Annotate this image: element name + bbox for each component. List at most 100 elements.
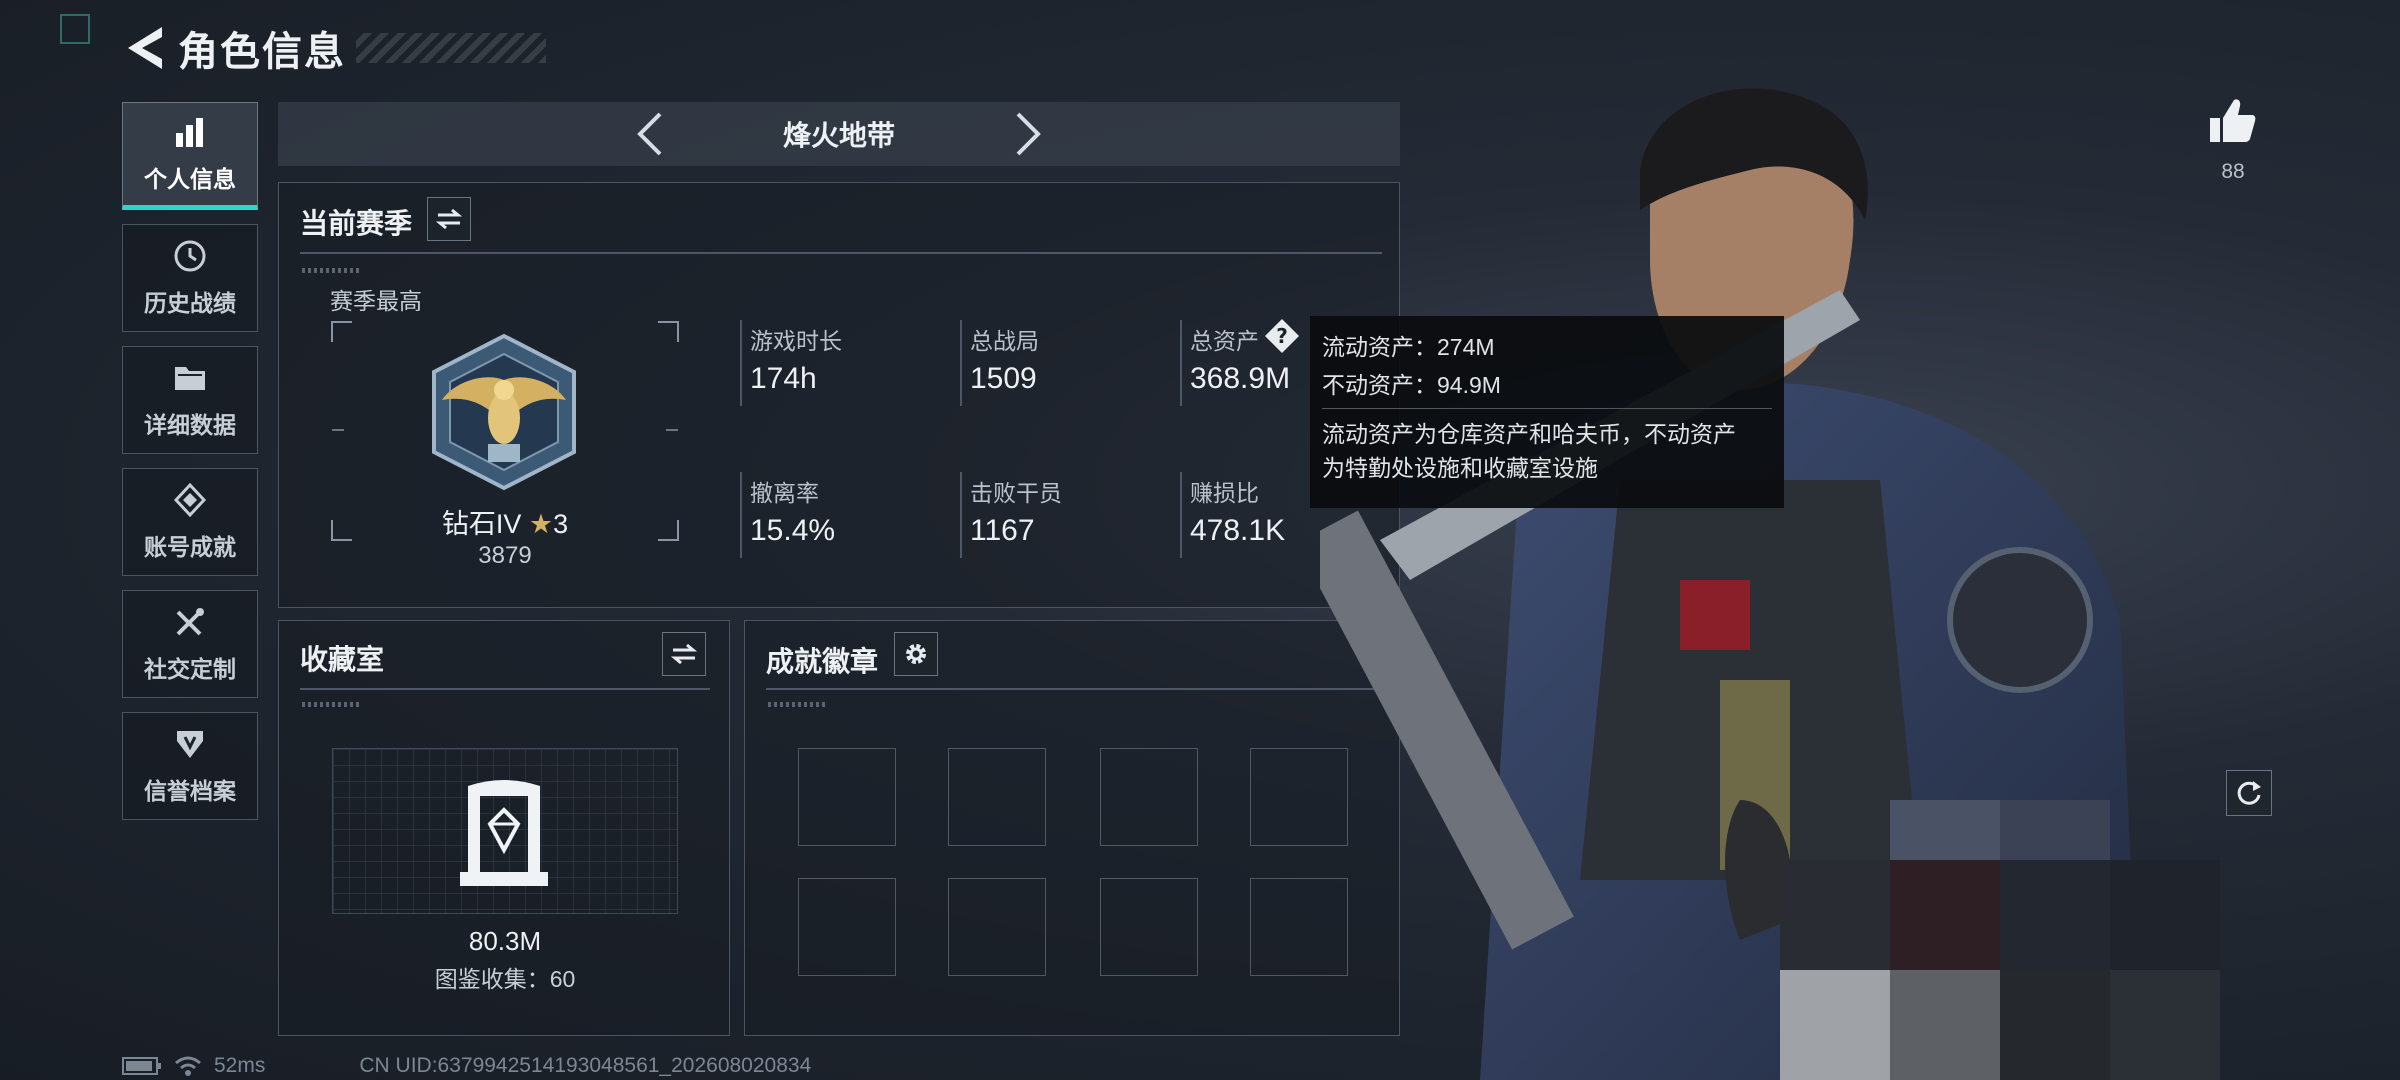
collection-title: 收藏室 (300, 644, 385, 675)
uid-text: CN UID:6379942514193048561_202608020834 (359, 1054, 812, 1077)
collection-count: 图鉴收集：60 (434, 966, 576, 992)
stat-value-total-matches: 1509 (970, 362, 1037, 395)
rank-stars: 3 (553, 509, 569, 539)
sidebar-item-label: 历史战绩 (144, 290, 236, 316)
badge-slot[interactable] (1100, 748, 1198, 846)
sidebar-nav: 个人信息 历史战绩 详细数据 账号成就 社交定制 信誉档案 (122, 102, 258, 834)
thumbs-up-icon (2210, 99, 2256, 142)
achievement-icon (172, 482, 208, 518)
sidebar-item-details[interactable]: 详细数据 (122, 346, 258, 454)
help-icon: ? (1265, 319, 1299, 353)
stat-value-total-assets: 368.9M (1190, 362, 1291, 395)
rank-name: 钻石IV (441, 509, 522, 539)
sidebar-item-reputation[interactable]: 信誉档案 (122, 712, 258, 820)
rank-score: 3879 (478, 542, 532, 569)
sidebar-item-label: 账号成就 (144, 534, 236, 560)
stat-label-kills: 击败干员 (970, 480, 1062, 506)
collection-switch-button[interactable] (662, 632, 706, 676)
assets-help-button[interactable]: ? (1264, 318, 1300, 359)
mode-switcher: 烽火地带 (278, 102, 1400, 166)
rotate-model-button[interactable] (2226, 770, 2272, 816)
status-bar: 52ms CN UID:6379942514193048561_20260802… (122, 1054, 811, 1078)
sidebar-item-history[interactable]: 历史战绩 (122, 224, 258, 332)
tooltip-divider (1322, 408, 1772, 409)
showcase-icon (460, 780, 548, 886)
badge-slot[interactable] (1100, 878, 1198, 976)
stat-label-play-time: 游戏时长 (750, 328, 842, 354)
assets-tooltip: 流动资产：274M 不动资产：94.9M 流动资产为仓库资产和哈夫币，不动资产 … (1310, 316, 1784, 508)
season-best-label: 赛季最高 (330, 288, 422, 314)
sidebar-item-personal-info[interactable]: 个人信息 (122, 102, 258, 210)
badge-slot[interactable] (798, 748, 896, 846)
battery-icon (122, 1057, 161, 1075)
page-title: 角色信息 (178, 30, 346, 74)
sidebar-item-social[interactable]: 社交定制 (122, 590, 258, 698)
chevron-right-icon (1016, 112, 1041, 156)
rank-name-row: 钻石IV ★3 (330, 502, 680, 541)
swap-icon (436, 208, 462, 230)
like-count: 88 (2221, 160, 2245, 183)
title-decoration (356, 33, 546, 63)
tooltip-liquid-assets: 流动资产：274M (1322, 334, 1495, 360)
divider (300, 252, 1382, 254)
sidebar-item-label: 信誉档案 (144, 778, 236, 804)
badge-slot[interactable] (948, 748, 1046, 846)
decoration (768, 702, 828, 707)
tools-icon (172, 604, 208, 640)
sidebar-item-achievements[interactable]: 账号成就 (122, 468, 258, 576)
bar-chart-icon (172, 114, 208, 150)
stat-value-extraction-rate: 15.4% (750, 514, 836, 547)
folder-icon (172, 360, 208, 396)
stat-divider (960, 472, 962, 558)
chevron-left-icon (637, 112, 662, 156)
wifi-icon (175, 1056, 201, 1076)
collection-value: 80.3M (468, 926, 542, 956)
stat-label-total-matches: 总战局 (970, 328, 1039, 354)
corner-frame-icon (60, 14, 90, 44)
tooltip-description-2: 为特勤处设施和收藏室设施 (1322, 455, 1598, 481)
stat-value-profit-ratio: 478.1K (1190, 514, 1286, 547)
stat-value-play-time: 174h (750, 362, 817, 395)
mode-title: 烽火地带 (782, 120, 895, 151)
mosaic-overlay (1780, 800, 2220, 1080)
header: 角色信息 (120, 18, 546, 78)
decoration (302, 268, 362, 273)
swap-icon (671, 643, 697, 665)
badge-slot[interactable] (948, 878, 1046, 976)
season-switch-button[interactable] (427, 197, 471, 241)
tooltip-fixed-assets: 不动资产：94.9M (1322, 372, 1501, 398)
ping-value: 52ms (214, 1054, 266, 1077)
back-arrow-icon (128, 27, 162, 69)
stat-divider (1180, 472, 1182, 558)
shield-icon (172, 726, 208, 762)
gear-icon (906, 644, 926, 664)
like-button[interactable] (2208, 98, 2258, 148)
decoration (302, 702, 362, 707)
diamond-rank-medal-icon (432, 333, 576, 491)
stat-label-extraction-rate: 撤离率 (750, 480, 819, 506)
divider (300, 688, 710, 690)
mode-prev-button[interactable] (619, 104, 679, 164)
divider (766, 688, 1382, 690)
stat-label-total-assets: 总资产 (1190, 328, 1259, 354)
stat-divider (740, 472, 742, 558)
stat-value-kills: 1167 (970, 514, 1035, 547)
svg-text:?: ? (1276, 324, 1288, 348)
sidebar-item-label: 社交定制 (144, 656, 236, 682)
back-button[interactable] (120, 18, 170, 78)
badge-slot[interactable] (798, 878, 896, 976)
tooltip-description-1: 流动资产为仓库资产和哈夫币，不动资产 (1322, 421, 1736, 447)
badges-title: 成就徽章 (766, 646, 879, 677)
sidebar-item-label: 详细数据 (144, 412, 236, 438)
star-icon: ★ (528, 509, 554, 539)
rotate-icon (2237, 781, 2261, 805)
stat-divider (1180, 320, 1182, 406)
history-icon (172, 238, 208, 274)
stat-divider (740, 320, 742, 406)
stat-label-profit-ratio: 赚损比 (1190, 480, 1259, 506)
mode-next-button[interactable] (999, 104, 1059, 164)
season-title: 当前赛季 (300, 208, 413, 239)
badges-settings-button[interactable] (894, 632, 938, 676)
sidebar-item-label: 个人信息 (144, 166, 236, 192)
stat-divider (960, 320, 962, 406)
